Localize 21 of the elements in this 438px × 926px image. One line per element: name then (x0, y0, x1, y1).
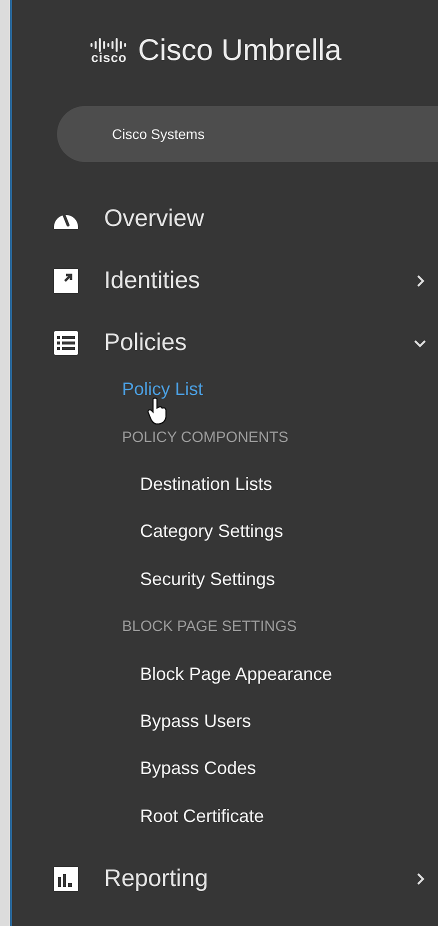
nav-item[interactable]: Reporting (12, 848, 438, 910)
nav-subitem[interactable]: Block Page Appearance (140, 664, 332, 685)
nav-item[interactable]: Policies (12, 312, 438, 374)
logo-bars-icon (90, 38, 128, 52)
app-title: Cisco Umbrella (138, 34, 342, 68)
logo-wordmark: cisco (91, 52, 127, 64)
nav-subitem[interactable]: Destination Lists (140, 474, 272, 495)
section-heading: POLICY COMPONENTS (122, 428, 288, 446)
nav-item[interactable]: Overview (12, 188, 438, 250)
nav-subitem[interactable]: Policy List (122, 379, 204, 400)
nav-subitem[interactable]: Category Settings (140, 521, 284, 542)
list-icon (53, 330, 79, 356)
nav-item[interactable]: Identities (12, 250, 438, 312)
nav-subitem[interactable]: Root Certificate (140, 806, 264, 827)
section-heading: BLOCK PAGE SETTINGS (122, 618, 297, 636)
nav-subitem[interactable]: Bypass Codes (140, 758, 256, 780)
nav-subitem[interactable]: Security Settings (140, 568, 276, 590)
nav-subitem[interactable]: Bypass Users (140, 710, 252, 732)
bar-chart-icon (53, 866, 79, 892)
arrow-box-icon (53, 268, 79, 294)
account-selector[interactable]: Cisco Systems (57, 106, 438, 162)
